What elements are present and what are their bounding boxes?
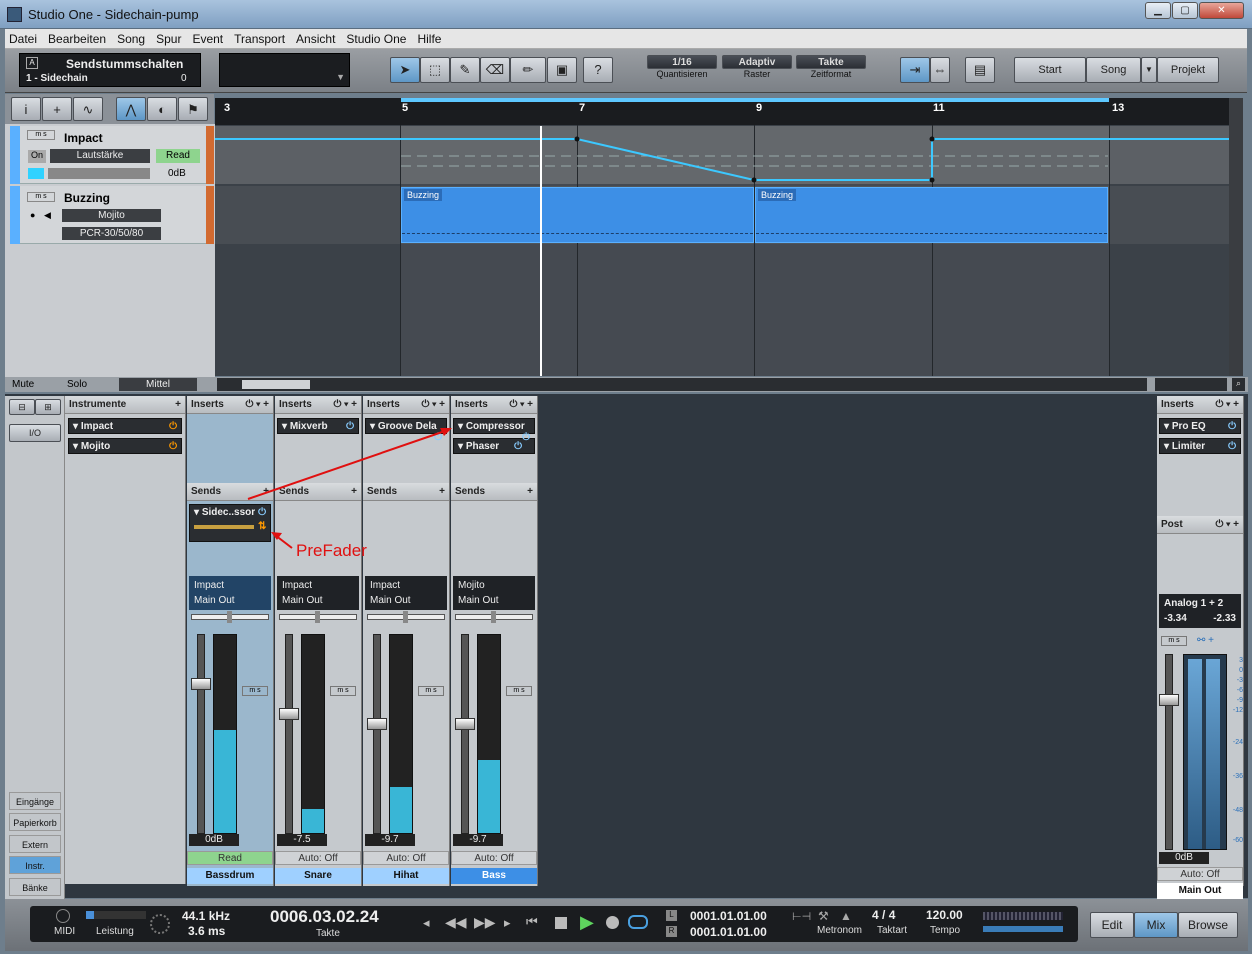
scale-mark: -24 xyxy=(1232,739,1243,746)
goto-start-icon[interactable]: ⏮ xyxy=(526,914,538,930)
post-label: Post xyxy=(1161,519,1183,530)
time-sig-numerator: 4 xyxy=(872,908,879,922)
power-icon[interactable]: ⏻ xyxy=(1228,421,1236,432)
insert-slot[interactable]: ▾ Pro EQ ⏻ xyxy=(1159,418,1241,434)
master-io-name: Analog 1 + 2 xyxy=(1164,598,1224,609)
midi-label: MIDI xyxy=(54,926,76,937)
song-position-format: Takte xyxy=(316,928,340,939)
time-sig-denominator: 4 xyxy=(888,908,896,922)
stop-icon[interactable] xyxy=(555,917,567,929)
tempo-value[interactable]: 120.00 xyxy=(926,908,963,922)
insert-name: Pro EQ xyxy=(1171,421,1206,432)
scale-mark: -3 xyxy=(1236,677,1243,684)
master-level-slider[interactable] xyxy=(983,926,1063,932)
scale-mark: 0 xyxy=(1239,667,1243,674)
volume-meter xyxy=(983,912,1063,920)
scale-mark: 3 xyxy=(1239,657,1243,664)
midi-icon xyxy=(56,909,70,923)
metronome-label: Metronom xyxy=(817,925,863,936)
record-icon[interactable] xyxy=(606,916,619,929)
right-locator[interactable]: 0001.01.01.00 xyxy=(690,925,767,939)
time-signature[interactable]: 4 / 4 xyxy=(872,908,895,922)
insert-name: Limiter xyxy=(1171,441,1206,452)
edit-button[interactable]: Edit xyxy=(1090,912,1134,938)
power-icon[interactable]: ⏻ xyxy=(1228,441,1236,452)
time-signature-label: Taktart xyxy=(877,925,908,936)
scale-mark: -60 xyxy=(1232,837,1243,844)
master-strip: Inserts ⏻ ▾ + ▾ Pro EQ ⏻ ▾ Limiter ⏻ Post ⏻ … xyxy=(1157,396,1244,899)
master-output[interactable]: Analog 1 + 2 -3.34 -2.33 xyxy=(1159,594,1241,628)
loop-icon[interactable] xyxy=(628,915,648,929)
rewind-icon[interactable]: ◀◀ xyxy=(445,914,467,931)
performance-label: Leistung xyxy=(96,926,134,937)
insert-slot[interactable]: ▾ Limiter ⏻ xyxy=(1159,438,1241,454)
wrench-icon[interactable]: ⚒ xyxy=(818,909,829,923)
annotation-arrows xyxy=(247,428,452,549)
left-locator[interactable]: 0001.01.01.00 xyxy=(690,909,767,923)
master-fader-knob[interactable] xyxy=(1159,694,1179,706)
master-inserts-header: Inserts ⏻ ▾ + xyxy=(1157,396,1243,414)
scale-mark: -36 xyxy=(1232,773,1243,780)
transport-display: MIDI Leistung 44.1 kHz 3.6 ms 0006.03.02… xyxy=(30,906,1078,942)
master-link-icon[interactable]: ⚯ + xyxy=(1197,635,1225,647)
meter-left xyxy=(1188,658,1202,849)
meter-scale: 3 0 -3 -6 -9 -12 -24 -36 -48 -60 xyxy=(1229,656,1243,846)
song-position[interactable]: 0006.03.02.24 xyxy=(270,907,379,927)
master-meter xyxy=(1183,654,1227,850)
inserts-label: Inserts xyxy=(1161,399,1194,410)
left-locator-icon: L xyxy=(666,910,677,921)
add-insert-icon[interactable]: ⏻ ▾ + xyxy=(1215,399,1239,410)
master-peak-left: -3.34 xyxy=(1164,613,1187,624)
mix-button[interactable]: Mix xyxy=(1134,912,1178,938)
master-mute-solo[interactable]: m s xyxy=(1161,636,1187,646)
sample-rate: 44.1 kHz xyxy=(182,909,231,923)
master-name[interactable]: Main Out xyxy=(1157,883,1243,899)
metronome-icon[interactable]: ▲ xyxy=(840,909,852,923)
latency: 3.6 ms xyxy=(188,924,226,938)
cpu-icon xyxy=(150,914,170,934)
tempo-label: Tempo xyxy=(930,925,961,936)
scale-mark: -9 xyxy=(1236,697,1243,704)
master-volume-value[interactable]: 0dB xyxy=(1159,852,1209,864)
forward-icon[interactable]: ▶▶ xyxy=(474,914,496,931)
master-peak-right: -2.33 xyxy=(1213,613,1236,624)
add-post-icon[interactable]: ⏻ ▾ + xyxy=(1215,519,1239,530)
rewind-start-icon[interactable]: ◂ xyxy=(423,915,430,931)
master-automation-mode[interactable]: Auto: Off xyxy=(1157,867,1243,881)
scale-mark: -6 xyxy=(1236,687,1243,694)
browse-button[interactable]: Browse xyxy=(1178,912,1238,938)
prefader-annotation: PreFader xyxy=(296,541,367,560)
scale-mark: -12 xyxy=(1232,707,1243,714)
right-locator-icon: R xyxy=(666,926,677,937)
post-header: Post ⏻ ▾ + xyxy=(1157,516,1243,534)
master-fader[interactable] xyxy=(1165,654,1173,850)
precount-icon[interactable]: ⊢⊣ xyxy=(792,910,811,923)
scale-mark: -48 xyxy=(1232,807,1243,814)
play-icon[interactable]: ▶ xyxy=(580,912,594,933)
meter-right xyxy=(1206,658,1220,849)
performance-bar xyxy=(86,911,146,919)
forward-end-icon[interactable]: ▸ xyxy=(504,915,511,931)
